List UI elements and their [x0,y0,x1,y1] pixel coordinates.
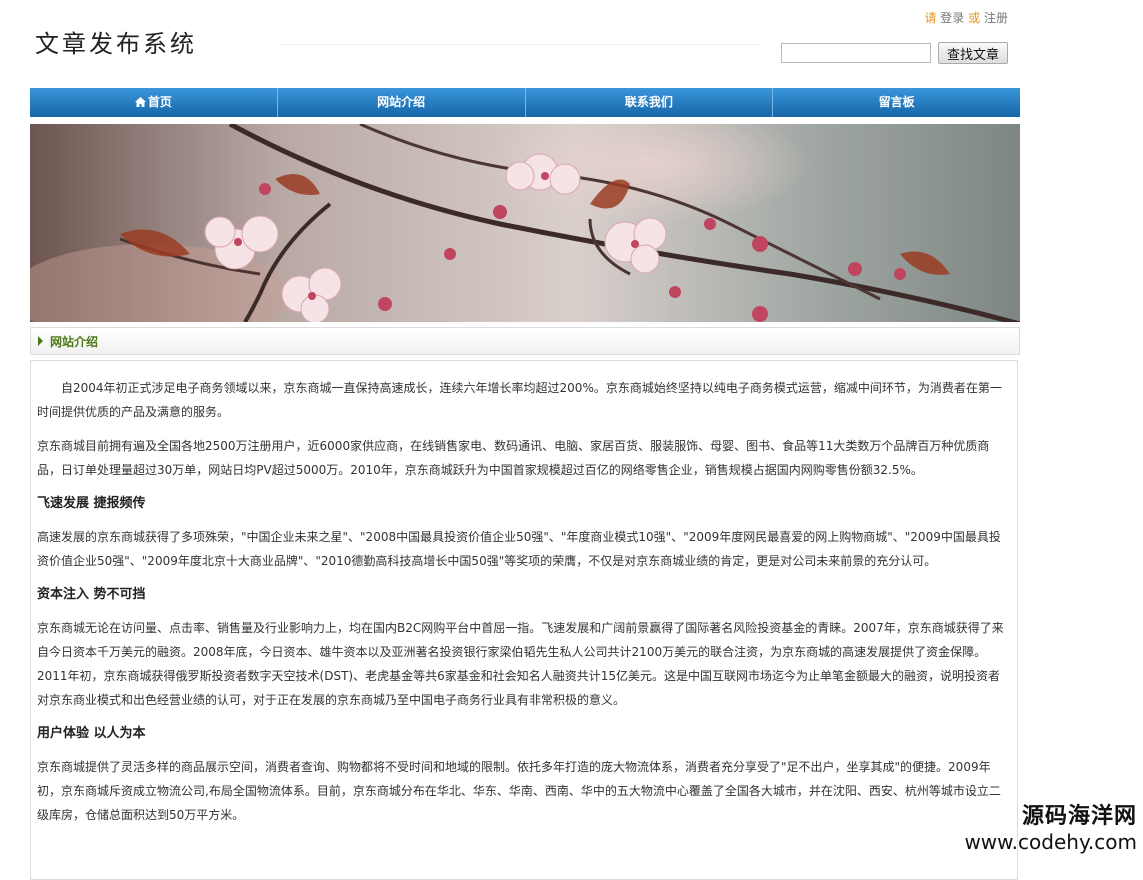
search-button[interactable]: 查找文章 [938,42,1008,64]
heading-3: 用户体验 以人为本 [37,726,146,741]
user-links: 请 登录 或 注册 [924,9,1008,26]
paragraph-1: 自2004年初正式涉足电子商务领域以来，京东商城一直保持高速成长，连续六年增长率… [37,381,1002,419]
or-text: 或 [968,11,981,25]
paragraph-3: 高速发展的京东商城获得了多项殊荣，"中国企业未来之星"、"2008中国最具投资价… [37,530,1001,568]
heading-1: 飞速发展 捷报频传 [37,496,146,511]
paragraph-5: 京东商城提供了灵活多样的商品展示空间，消费者查询、购物都将不受时间和地域的限制。… [37,760,1001,822]
section-header: 网站介绍 [30,327,1020,355]
please-text: 请 [924,11,937,25]
watermark-line-2: www.codehy.com [964,830,1137,854]
section-title: 网站介绍 [50,335,99,349]
login-link[interactable]: 登录 [940,11,964,25]
heading-2: 资本注入 势不可挡 [37,587,146,602]
banner-image [30,124,1020,322]
search-input[interactable] [781,43,931,63]
nav-home[interactable]: 首页 [30,88,278,117]
triangle-right-icon [38,336,43,346]
main-nav: 首页 网站介绍 联系我们 留言板 [30,88,1020,117]
nav-guestbook[interactable]: 留言板 [773,88,1020,117]
register-link[interactable]: 注册 [984,11,1008,25]
watermark-line-1: 源码海洋网 [1021,804,1137,829]
home-icon [134,97,146,107]
nav-contact[interactable]: 联系我们 [526,88,774,117]
nav-home-label: 首页 [147,95,172,109]
watermark: 源码海洋网 www.codehy.com [964,798,1137,854]
header-divider [280,44,760,45]
site-logo: 文章发布系统 [35,30,197,58]
paragraph-4: 京东商城无论在访问量、点击率、销售量及行业影响力上，均在国内B2C网购平台中首屈… [37,621,1004,707]
article-content: 自2004年初正式涉足电子商务领域以来，京东商城一直保持高速成长，连续六年增长率… [30,360,1018,880]
nav-about[interactable]: 网站介绍 [278,88,526,117]
paragraph-2: 京东商城目前拥有遍及全国各地2500万注册用户，近6000家供应商，在线销售家电… [37,439,990,477]
